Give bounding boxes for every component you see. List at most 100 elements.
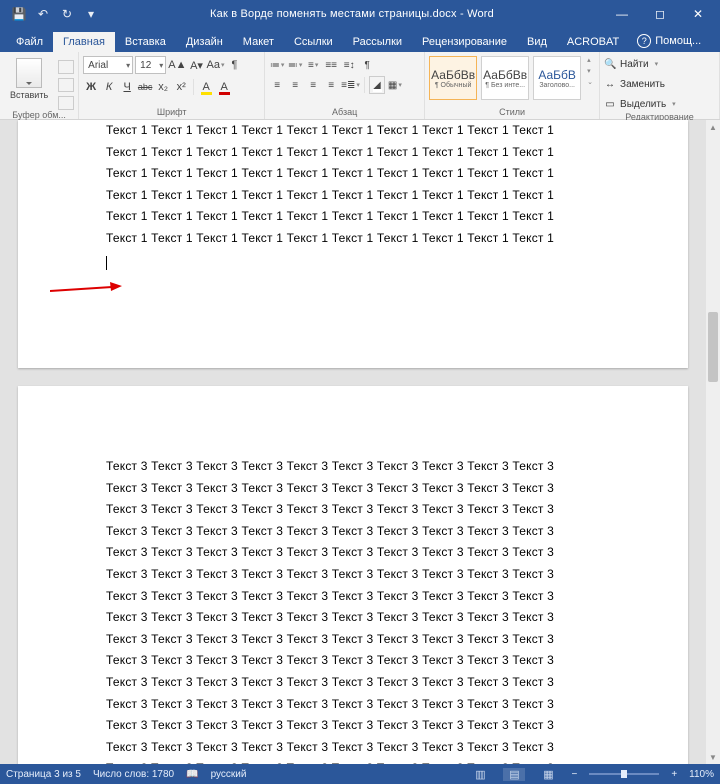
text-line[interactable]: Текст 1 Текст 1 Текст 1 Текст 1 Текст 1 …	[106, 163, 600, 185]
text-line[interactable]: Текст 1 Текст 1 Текст 1 Текст 1 Текст 1 …	[106, 120, 600, 142]
font-size-combo[interactable]: 12	[135, 56, 166, 74]
text-line[interactable]: Текст 3 Текст 3 Текст 3 Текст 3 Текст 3 …	[106, 478, 600, 500]
line-spacing-button[interactable]: ≡≣	[341, 76, 360, 94]
vertical-scrollbar[interactable]: ▲ ▼	[706, 120, 720, 764]
align-right-button[interactable]: ≡	[305, 76, 321, 94]
zoom-level[interactable]: 110%	[689, 769, 714, 780]
language-indicator[interactable]: русский	[211, 769, 247, 780]
subscript-button[interactable]: x₂	[155, 78, 171, 96]
text-line[interactable]: Текст 1 Текст 1 Текст 1 Текст 1 Текст 1 …	[106, 142, 600, 164]
shrink-font-button[interactable]: A▾	[189, 56, 205, 74]
close-icon[interactable]: ✕	[680, 7, 716, 21]
tab-mailings[interactable]: Рассылки	[343, 32, 412, 52]
style-heading1[interactable]: АаБбВ Заголово...	[533, 56, 581, 100]
change-case-button[interactable]: Aa	[207, 56, 225, 74]
text-line[interactable]: Текст 3 Текст 3 Текст 3 Текст 3 Текст 3 …	[106, 715, 600, 737]
increase-indent-button[interactable]: ≡↕	[341, 56, 357, 74]
text-line[interactable]: Текст 3 Текст 3 Текст 3 Текст 3 Текст 3 …	[106, 586, 600, 608]
text-line[interactable]: Текст 3 Текст 3 Текст 3 Текст 3 Текст 3 …	[106, 499, 600, 521]
maximize-icon[interactable]: ◻	[642, 7, 678, 21]
qat-customize-icon[interactable]: ▾	[82, 7, 100, 21]
font-name-combo[interactable]: Arial	[83, 56, 133, 74]
bold-button[interactable]: Ж	[83, 78, 99, 96]
minimize-icon[interactable]: —	[604, 7, 640, 21]
text-line[interactable]: Текст 1 Текст 1 Текст 1 Текст 1 Текст 1 …	[106, 206, 600, 228]
page-1-content[interactable]: Текст 1 Текст 1 Текст 1 Текст 1 Текст 1 …	[106, 120, 600, 250]
font-color-button[interactable]: A	[216, 78, 232, 96]
tab-references[interactable]: Ссылки	[284, 32, 343, 52]
replace-button[interactable]: ↔Заменить	[604, 76, 665, 92]
text-line[interactable]: Текст 3 Текст 3 Текст 3 Текст 3 Текст 3 …	[106, 694, 600, 716]
text-line[interactable]: Текст 3 Текст 3 Текст 3 Текст 3 Текст 3 …	[106, 456, 600, 478]
text-line[interactable]: Текст 3 Текст 3 Текст 3 Текст 3 Текст 3 …	[106, 607, 600, 629]
scroll-up-icon[interactable]: ▲	[706, 120, 720, 134]
tab-insert[interactable]: Вставка	[115, 32, 176, 52]
page-indicator[interactable]: Страница 3 из 5	[6, 769, 81, 780]
italic-button[interactable]: К	[101, 78, 117, 96]
text-line[interactable]: Текст 3 Текст 3 Текст 3 Текст 3 Текст 3 …	[106, 650, 600, 672]
text-line[interactable]: Текст 3 Текст 3 Текст 3 Текст 3 Текст 3 …	[106, 737, 600, 759]
tab-home[interactable]: Главная	[53, 32, 115, 52]
style-normal[interactable]: АаБбВв ¶ Обычный	[429, 56, 477, 100]
word-count[interactable]: Число слов: 1780	[93, 769, 174, 780]
zoom-in-button[interactable]: +	[671, 769, 677, 780]
tab-acrobat[interactable]: ACROBAT	[557, 32, 629, 52]
text-line[interactable]: Текст 3 Текст 3 Текст 3 Текст 3 Текст 3 …	[106, 521, 600, 543]
format-painter-icon[interactable]	[58, 96, 74, 110]
text-line[interactable]: Текст 3 Текст 3 Текст 3 Текст 3 Текст 3 …	[106, 564, 600, 586]
save-icon[interactable]: 💾	[10, 7, 28, 21]
align-justify-button[interactable]: ≡	[323, 76, 339, 94]
zoom-out-button[interactable]: −	[571, 769, 577, 780]
window-controls: — ◻ ✕	[604, 7, 716, 21]
tab-design[interactable]: Дизайн	[176, 32, 233, 52]
clipboard-small-buttons	[58, 56, 74, 110]
decrease-indent-button[interactable]: ≡≡	[323, 56, 339, 74]
scrollbar-track[interactable]	[706, 134, 720, 750]
text-line[interactable]: Текст 3 Текст 3 Текст 3 Текст 3 Текст 3 …	[106, 672, 600, 694]
strike-button[interactable]: abc	[137, 78, 153, 96]
grow-font-button[interactable]: A▲	[168, 56, 186, 74]
copy-icon[interactable]	[58, 78, 74, 92]
document-area[interactable]: Текст 1 Текст 1 Текст 1 Текст 1 Текст 1 …	[0, 120, 706, 764]
undo-icon[interactable]: ↶	[34, 7, 52, 21]
tab-layout[interactable]: Макет	[233, 32, 284, 52]
tab-view[interactable]: Вид	[517, 32, 557, 52]
highlight-button[interactable]: A	[198, 78, 214, 96]
tab-review[interactable]: Рецензирование	[412, 32, 517, 52]
redo-icon[interactable]: ↻	[58, 7, 76, 21]
print-layout-icon[interactable]: ▤	[503, 768, 525, 781]
select-button[interactable]: ▭Выделить	[604, 96, 676, 112]
styles-expand-button[interactable]: ▴ ▾ ⌄	[585, 56, 595, 86]
text-line[interactable]: Текст 3 Текст 3 Текст 3 Текст 3 Текст 3 …	[106, 542, 600, 564]
replace-icon: ↔	[604, 79, 616, 90]
borders-button[interactable]: ▦	[387, 76, 403, 94]
shading-button[interactable]: ◢	[369, 76, 385, 94]
page-1: Текст 1 Текст 1 Текст 1 Текст 1 Текст 1 …	[18, 120, 688, 368]
multilevel-button[interactable]: ≡	[305, 56, 321, 74]
clipboard-icon	[16, 58, 42, 88]
find-button[interactable]: 🔍Найти	[604, 56, 658, 72]
numbering-button[interactable]: ≕	[287, 56, 303, 74]
align-center-button[interactable]: ≡	[287, 76, 303, 94]
paste-button[interactable]: Вставить	[4, 56, 54, 102]
show-marks-button[interactable]: ¶	[359, 56, 375, 74]
proofing-icon[interactable]: 📖	[186, 769, 198, 780]
tell-me[interactable]: Помощ...	[629, 30, 709, 52]
align-left-button[interactable]: ≡	[269, 76, 285, 94]
scrollbar-thumb[interactable]	[708, 312, 718, 382]
read-mode-icon[interactable]: ▥	[469, 768, 491, 781]
cut-icon[interactable]	[58, 60, 74, 74]
bullets-button[interactable]: ≔	[269, 56, 285, 74]
tab-file[interactable]: Файл	[6, 32, 53, 52]
scroll-down-icon[interactable]: ▼	[706, 750, 720, 764]
text-line[interactable]: Текст 1 Текст 1 Текст 1 Текст 1 Текст 1 …	[106, 228, 600, 250]
clear-format-button[interactable]: ¶	[227, 56, 243, 74]
zoom-slider[interactable]	[589, 773, 659, 775]
style-no-spacing[interactable]: АаБбВв ¶ Без инте...	[481, 56, 529, 100]
text-line[interactable]: Текст 1 Текст 1 Текст 1 Текст 1 Текст 1 …	[106, 185, 600, 207]
page-3-content[interactable]: Текст 3 Текст 3 Текст 3 Текст 3 Текст 3 …	[106, 456, 600, 764]
superscript-button[interactable]: x²	[173, 78, 189, 96]
web-layout-icon[interactable]: ▦	[537, 768, 559, 781]
underline-button[interactable]: Ч	[119, 78, 135, 96]
text-line[interactable]: Текст 3 Текст 3 Текст 3 Текст 3 Текст 3 …	[106, 629, 600, 651]
